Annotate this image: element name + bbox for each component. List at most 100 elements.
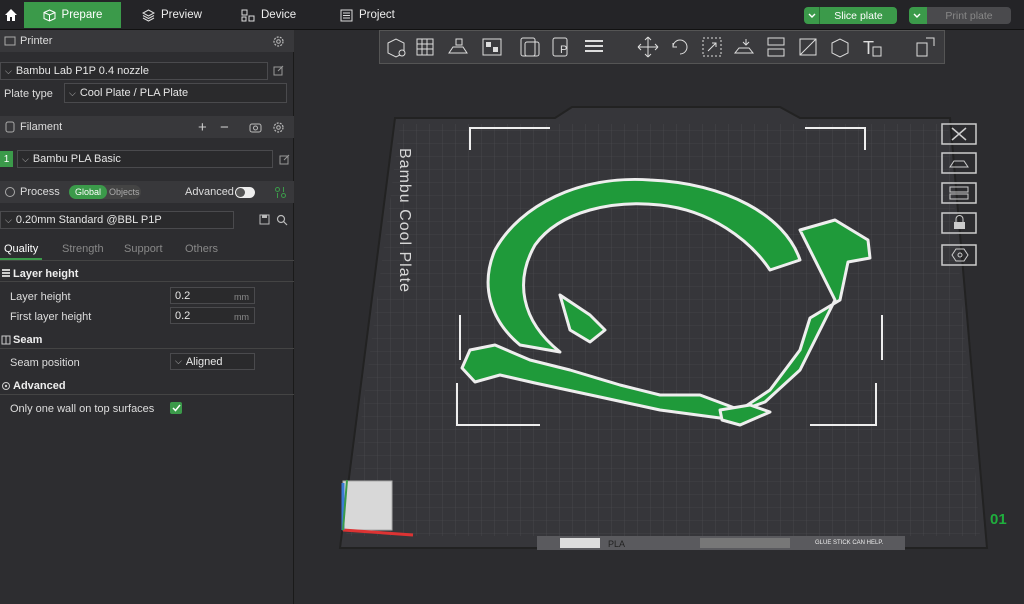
printer-name: Bambu Lab P1P 0.4 nozzle bbox=[15, 65, 149, 77]
slice-plate-label: Slice plate bbox=[834, 9, 883, 22]
process-icon bbox=[5, 187, 15, 197]
edit-icon[interactable] bbox=[279, 154, 290, 165]
advanced-toggle-label: Advanced bbox=[185, 186, 234, 198]
layers-list-icon[interactable] bbox=[582, 35, 606, 59]
plate-settings-hex-icon[interactable] bbox=[940, 243, 980, 267]
add-object-icon[interactable] bbox=[384, 35, 408, 59]
rotate-icon[interactable] bbox=[668, 35, 692, 59]
plate-brand-text: Bambu Cool Plate bbox=[396, 148, 413, 293]
filament-select[interactable]: ⌵ Bambu PLA Basic bbox=[17, 150, 273, 168]
tabs-divider bbox=[0, 260, 294, 261]
text-tool-icon[interactable]: T bbox=[860, 35, 884, 59]
layer-height-section-title: Layer height bbox=[13, 268, 79, 280]
seam-position-label: Seam position bbox=[10, 357, 80, 369]
chevron-down-icon: ⌵ bbox=[5, 214, 12, 225]
tab-strength[interactable]: Strength bbox=[62, 243, 104, 255]
printer-icon bbox=[4, 36, 16, 46]
plate-type-value: Cool Plate / PLA Plate bbox=[79, 87, 189, 99]
filament-icon bbox=[5, 121, 15, 133]
save-icon[interactable] bbox=[259, 214, 270, 225]
layers-icon bbox=[142, 8, 155, 22]
first-layer-height-value: 0.2 bbox=[175, 309, 191, 322]
tab-others[interactable]: Others bbox=[185, 243, 218, 255]
seam-icon bbox=[1, 335, 11, 345]
chevron-down-icon bbox=[909, 7, 925, 24]
plate-type-label: Plate type bbox=[4, 88, 53, 100]
add-plate-icon[interactable] bbox=[414, 35, 438, 59]
filament-slot-badge[interactable]: 1 bbox=[0, 151, 13, 167]
arrange-icon[interactable] bbox=[480, 35, 504, 59]
orient-object-icon[interactable] bbox=[518, 35, 542, 59]
top-bar: Prepare Preview Device Project Slice pla… bbox=[0, 0, 1024, 30]
plate-type-select[interactable]: ⌵ Cool Plate / PLA Plate bbox=[64, 83, 287, 103]
seam-section-title: Seam bbox=[13, 334, 43, 346]
print-plate-button[interactable]: Print plate bbox=[927, 7, 1011, 24]
one-wall-checkbox[interactable] bbox=[170, 402, 182, 414]
global-objects-toggle[interactable]: Global Objects bbox=[69, 185, 141, 199]
filament-name: Bambu PLA Basic bbox=[32, 153, 121, 165]
gear-icon[interactable] bbox=[272, 35, 285, 48]
chevron-down-icon: ⌵ bbox=[5, 65, 12, 76]
tab-label: Device bbox=[261, 9, 297, 21]
filament-section-title: Filament bbox=[20, 121, 63, 133]
tab-support[interactable]: Support bbox=[124, 243, 163, 255]
build-plate: Bambu Cool Plate PLA GLUE STICK CAN HELP… bbox=[338, 106, 1007, 550]
advanced-switch[interactable] bbox=[235, 186, 255, 198]
orient-plate-icon[interactable] bbox=[940, 151, 980, 175]
one-wall-label: Only one wall on top surfaces bbox=[10, 403, 155, 415]
print-plate-label: Print plate bbox=[945, 9, 993, 22]
plate-settings-icon[interactable]: P bbox=[550, 35, 574, 59]
print-dropdown-button[interactable] bbox=[909, 7, 927, 24]
section-divider bbox=[0, 394, 294, 395]
split-icon[interactable] bbox=[796, 35, 820, 59]
first-layer-height-label: First layer height bbox=[10, 311, 92, 323]
toggle-objects[interactable]: Objects bbox=[109, 187, 140, 197]
first-layer-height-unit: mm bbox=[234, 312, 249, 322]
auto-orient-icon[interactable] bbox=[446, 35, 470, 59]
scale-icon[interactable] bbox=[700, 35, 724, 59]
home-button[interactable] bbox=[0, 0, 22, 30]
layer-height-label: Layer height bbox=[10, 291, 71, 303]
search-icon[interactable] bbox=[276, 214, 288, 226]
arrange-plate-icon[interactable] bbox=[940, 181, 980, 205]
printer-select[interactable]: ⌵ Bambu Lab P1P 0.4 nozzle bbox=[0, 62, 268, 80]
tab-quality[interactable]: Quality bbox=[4, 243, 38, 255]
layer-height-icon bbox=[2, 269, 10, 277]
viewport-toolbar: P T bbox=[379, 30, 945, 64]
process-preset-select[interactable]: ⌵ 0.20mm Standard @BBL P1P bbox=[0, 211, 234, 229]
printer-section-header: Printer bbox=[0, 30, 294, 52]
tab-preview[interactable]: Preview bbox=[142, 2, 202, 28]
sync-icon[interactable] bbox=[249, 121, 262, 134]
process-section-title: Process bbox=[20, 186, 60, 198]
cut-icon[interactable] bbox=[764, 35, 788, 59]
delete-plate-icon[interactable] bbox=[940, 122, 980, 146]
filament-section-header: Filament + − bbox=[0, 116, 294, 138]
compare-icon[interactable] bbox=[274, 186, 287, 199]
chevron-down-icon[interactable] bbox=[804, 7, 820, 24]
gear-icon[interactable] bbox=[272, 121, 285, 134]
chevron-down-icon: ⌵ bbox=[69, 87, 76, 98]
support-paint-icon[interactable] bbox=[828, 35, 852, 59]
tab-label: Prepare bbox=[61, 9, 103, 21]
move-icon[interactable] bbox=[636, 35, 660, 59]
seam-position-value: Aligned bbox=[185, 355, 223, 368]
project-icon bbox=[340, 9, 353, 21]
tab-project[interactable]: Project bbox=[340, 2, 395, 28]
process-preset-name: 0.20mm Standard @BBL P1P bbox=[15, 214, 162, 226]
seam-position-select[interactable]: ⌵ Aligned bbox=[170, 353, 255, 370]
slice-plate-button[interactable]: Slice plate bbox=[804, 7, 897, 24]
device-icon bbox=[241, 9, 255, 21]
plate-material-text: PLA bbox=[608, 539, 625, 549]
tab-label: Preview bbox=[161, 9, 202, 21]
section-divider bbox=[0, 281, 294, 282]
tab-device[interactable]: Device bbox=[241, 2, 296, 28]
assembly-icon[interactable] bbox=[914, 35, 938, 59]
lay-on-face-icon[interactable] bbox=[732, 35, 756, 59]
remove-icon[interactable]: − bbox=[220, 119, 229, 136]
toggle-global[interactable]: Global bbox=[69, 185, 107, 199]
edit-icon[interactable] bbox=[273, 65, 284, 76]
tab-label: Project bbox=[359, 9, 395, 21]
tab-prepare[interactable]: Prepare bbox=[24, 2, 121, 28]
lock-plate-icon[interactable] bbox=[940, 211, 980, 235]
add-icon[interactable]: + bbox=[198, 119, 207, 136]
